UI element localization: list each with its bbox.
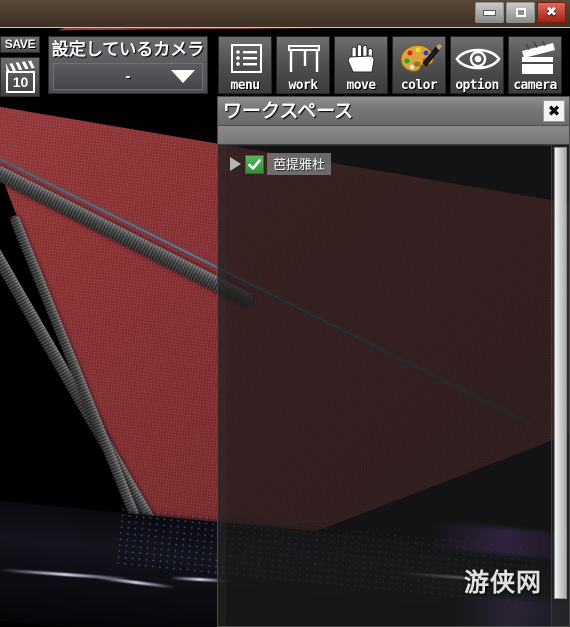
- toolbar-button-color[interactable]: color: [392, 36, 446, 94]
- eye-icon: [455, 48, 501, 70]
- camera-selector-panel: 設定しているカメラ -: [48, 36, 208, 94]
- toolbar-button-work[interactable]: work: [276, 36, 330, 94]
- toolbar-label: menu: [230, 78, 261, 93]
- camera-select-dropdown[interactable]: -: [53, 63, 203, 90]
- toolbar-label: camera: [513, 78, 557, 93]
- workspace-left-gutter: [218, 145, 226, 626]
- camera-selector-label: 設定しているカメラ: [51, 40, 205, 60]
- toolbar-button-camera[interactable]: camera: [508, 36, 562, 94]
- toolbar-button-menu[interactable]: menu: [218, 36, 272, 94]
- close-button[interactable]: ✖: [537, 2, 566, 23]
- minimize-icon: [483, 9, 496, 16]
- close-icon: ✖: [547, 101, 561, 120]
- toolbar-label: color: [400, 78, 438, 93]
- maximize-button[interactable]: [506, 2, 535, 23]
- tree-item-label: 芭提雅杜: [267, 153, 332, 175]
- toolbar-label: move: [346, 78, 377, 93]
- workspace-header[interactable]: ワークスペース ✖: [218, 97, 569, 126]
- list-icon: [231, 44, 262, 73]
- toolbar-button-option[interactable]: option: [450, 36, 504, 94]
- toolbar-label: option: [455, 78, 499, 93]
- camera-selected-value: -: [125, 68, 131, 85]
- scrollbar-thumb[interactable]: [554, 147, 567, 599]
- maximize-icon: [515, 8, 526, 17]
- chevron-down-icon: [171, 70, 195, 83]
- workspace-body: 芭提雅杜: [218, 145, 569, 626]
- clapperboard-button[interactable]: 10: [0, 57, 40, 97]
- window-title-bar[interactable]: ✖: [0, 0, 570, 28]
- clapper-take-number: 10: [6, 71, 35, 93]
- main-toolbar: menu work move color option camera: [218, 36, 562, 94]
- window-controls: ✖: [475, 2, 566, 23]
- workspace-close-button[interactable]: ✖: [543, 100, 565, 122]
- table-frame-icon: [288, 45, 320, 72]
- workspace-scrollbar[interactable]: [551, 145, 569, 626]
- palette-icon: [400, 44, 442, 73]
- check-icon: [248, 158, 261, 170]
- minimize-button[interactable]: [475, 2, 504, 23]
- tree-item[interactable]: 芭提雅杜: [230, 153, 342, 175]
- close-icon: ✖: [546, 5, 557, 20]
- clapperboard-icon: [522, 41, 555, 74]
- workspace-tree[interactable]: 芭提雅杜: [226, 145, 551, 626]
- workspace-panel: ワークスペース ✖ 芭提雅杜: [217, 96, 570, 627]
- save-tool-group: SAVE 10: [0, 36, 41, 97]
- workspace-title: ワークスペース: [223, 100, 354, 122]
- triangle-right-icon[interactable]: [230, 157, 241, 171]
- hand-icon: [347, 44, 375, 73]
- workspace-toolbar-strip[interactable]: [218, 126, 569, 145]
- toolbar-button-move[interactable]: move: [334, 36, 388, 94]
- save-button[interactable]: SAVE: [0, 36, 40, 53]
- toolbar-label: work: [288, 78, 319, 93]
- visibility-checkbox[interactable]: [245, 154, 264, 174]
